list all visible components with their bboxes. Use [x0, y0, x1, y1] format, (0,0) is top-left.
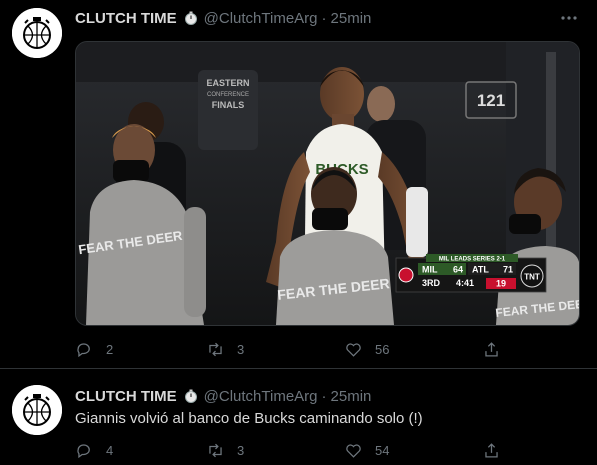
reply-button[interactable]: 2 — [75, 338, 113, 360]
banner-line-1: EASTERN — [206, 78, 249, 88]
retweet-button[interactable]: 3 — [206, 439, 244, 461]
arena-sign: 121 — [477, 91, 505, 110]
period: 3RD — [422, 278, 441, 288]
tweet[interactable]: CLUTCH TIME @ClutchTimeArg · 25min 121 E… — [0, 0, 597, 368]
game-clock: 4:41 — [456, 278, 474, 288]
team2-label: ATL — [472, 265, 489, 275]
reply-icon — [77, 443, 90, 458]
timestamp[interactable]: 25min — [331, 388, 372, 405]
like-count: 56 — [375, 341, 390, 357]
like-icon — [346, 443, 361, 458]
tweet-header: CLUTCH TIME @ClutchTimeArg · 25min — [75, 385, 371, 407]
reply-icon — [77, 342, 90, 357]
share-button[interactable] — [482, 338, 501, 360]
clutch-time-logo — [12, 8, 62, 58]
team1-score: 64 — [453, 265, 463, 275]
reply-count: 4 — [106, 442, 114, 458]
network-logo: TNT — [524, 273, 540, 282]
avatar[interactable] — [12, 8, 62, 58]
team2-score: 71 — [503, 265, 513, 275]
retweet-count: 3 — [237, 341, 245, 357]
tweet-header: CLUTCH TIME @ClutchTimeArg · 25min — [75, 7, 371, 29]
share-icon — [485, 442, 498, 457]
clutch-time-logo — [12, 385, 62, 435]
stopwatch-icon — [183, 10, 199, 26]
tweet-text: Giannis volvió al banco de Bucks caminan… — [75, 410, 423, 427]
tweet[interactable]: CLUTCH TIME @ClutchTimeArg · 25min Giann… — [0, 368, 597, 465]
banner-line-2: CONFERENCE — [207, 92, 249, 98]
timestamp[interactable]: 25min — [331, 10, 372, 27]
handle[interactable]: @ClutchTimeArg — [204, 388, 318, 405]
separator-dot: · — [321, 9, 327, 27]
reply-count: 2 — [106, 341, 114, 357]
like-button[interactable]: 54 — [344, 439, 389, 461]
share-icon — [485, 341, 498, 356]
share-button[interactable] — [482, 439, 501, 461]
retweet-button[interactable]: 3 — [206, 338, 244, 360]
shot-clock: 19 — [496, 279, 506, 289]
display-name[interactable]: CLUTCH TIME — [75, 388, 177, 405]
avatar[interactable] — [12, 385, 62, 435]
banner-line-3: FINALS — [212, 100, 245, 110]
media-image: 121 EASTERN CONFERENCE FINALS FEAR THE D… — [76, 42, 579, 325]
display-name[interactable]: CLUTCH TIME — [75, 10, 177, 27]
tweet-media[interactable]: 121 EASTERN CONFERENCE FINALS FEAR THE D… — [75, 41, 580, 326]
like-button[interactable]: 56 — [344, 338, 389, 360]
retweet-icon — [209, 342, 222, 356]
series-text: MIL LEADS SERIES 2-1 — [439, 257, 506, 263]
action-bar: 4 3 54 — [75, 439, 505, 461]
retweet-icon — [209, 443, 222, 457]
like-icon — [346, 342, 361, 357]
action-bar: 2 3 56 — [75, 338, 505, 360]
more-icon[interactable] — [559, 8, 579, 28]
team1-label: MIL — [422, 265, 438, 275]
stopwatch-icon — [183, 388, 199, 404]
handle[interactable]: @ClutchTimeArg — [204, 10, 318, 27]
retweet-count: 3 — [237, 442, 245, 458]
scoreboard: MIL LEADS SERIES 2-1 MIL 64 ATL 71 3RD 4… — [395, 254, 547, 293]
like-count: 54 — [375, 442, 390, 458]
separator-dot: · — [321, 387, 327, 405]
reply-button[interactable]: 4 — [75, 439, 113, 461]
